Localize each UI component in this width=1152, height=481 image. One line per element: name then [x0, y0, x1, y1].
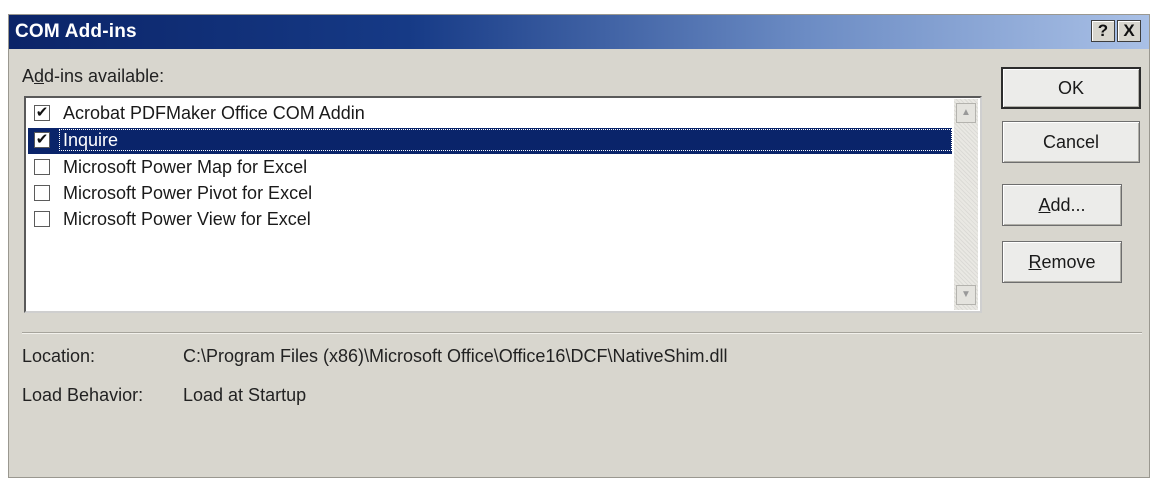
list-item[interactable]: ✔ Acrobat PDFMaker Office COM Addin: [28, 101, 952, 127]
checkbox[interactable]: [34, 211, 50, 227]
separator: [22, 332, 1142, 334]
title-bar[interactable]: COM Add-ins ? X: [9, 15, 1149, 49]
list-item[interactable]: Microsoft Power Map for Excel: [28, 155, 952, 181]
com-addins-dialog: COM Add-ins ? X Add-ins available: ✔ Acr…: [8, 14, 1150, 478]
vertical-scrollbar[interactable]: ▲ ▼: [954, 99, 978, 310]
ok-button[interactable]: OK: [1001, 67, 1141, 109]
scroll-down-icon[interactable]: ▼: [956, 285, 976, 305]
location-label: Location:: [22, 346, 96, 366]
help-button[interactable]: ?: [1091, 20, 1115, 42]
cancel-button[interactable]: Cancel: [1002, 121, 1140, 163]
checkbox[interactable]: ✔: [34, 105, 50, 121]
scroll-up-icon[interactable]: ▲: [956, 103, 976, 123]
checkbox[interactable]: ✔: [34, 132, 50, 148]
addins-available-label: Add-ins available:: [22, 66, 165, 86]
checkbox[interactable]: [34, 185, 50, 201]
list-item-label: Microsoft Power Pivot for Excel: [63, 183, 313, 203]
list-item-label: Acrobat PDFMaker Office COM Addin: [63, 103, 365, 123]
load-behavior-label: Load Behavior:: [22, 385, 144, 405]
load-behavior-value: Load at Startup: [183, 385, 307, 405]
list-item-selected[interactable]: ✔ Inquire: [28, 128, 952, 154]
checkbox[interactable]: [34, 159, 50, 175]
list-item-label: Microsoft Power View for Excel: [63, 209, 311, 229]
add-button[interactable]: Add...: [1002, 184, 1122, 226]
dialog-title: COM Add-ins: [15, 21, 137, 42]
addins-list[interactable]: ✔ Acrobat PDFMaker Office COM Addin ✔ In…: [24, 96, 982, 313]
list-item-label: Inquire: [63, 130, 119, 150]
location-value: C:\Program Files (x86)\Microsoft Office\…: [183, 346, 728, 366]
list-item[interactable]: Microsoft Power Pivot for Excel: [28, 181, 952, 207]
remove-button[interactable]: Remove: [1002, 241, 1122, 283]
list-item-label: Microsoft Power Map for Excel: [63, 157, 308, 177]
list-item[interactable]: Microsoft Power View for Excel: [28, 207, 952, 233]
focus-rectangle: [59, 129, 952, 151]
close-button[interactable]: X: [1117, 20, 1141, 42]
